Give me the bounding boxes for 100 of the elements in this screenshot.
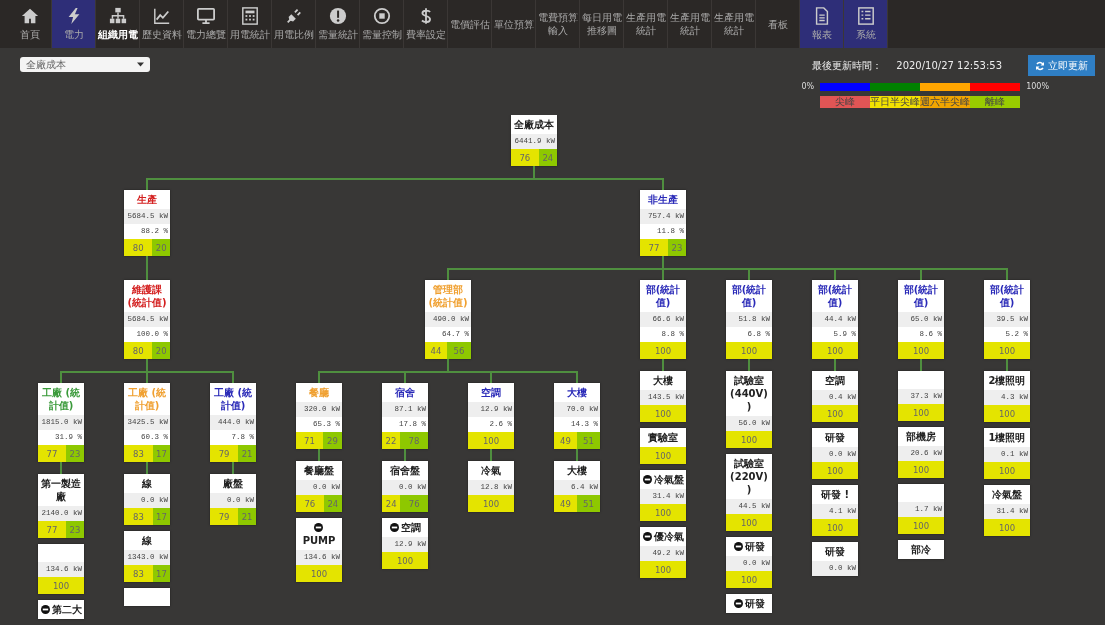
ratio-segment: 83 [124,445,153,462]
node-title: 大樓 [653,375,673,386]
minus-circle-icon[interactable] [642,532,652,541]
minus-circle-icon[interactable] [40,605,50,614]
minus-circle-icon[interactable] [733,599,743,608]
ratio-segment: 24 [382,495,401,512]
monitor-icon [196,7,215,25]
node-title: 餐廳 [309,387,329,398]
ratio-segment: 100 [468,495,514,512]
toolbar-button[interactable]: 需量統計 [316,0,360,48]
refresh-button[interactable]: 立即更新 [1028,55,1095,76]
toolbar-button[interactable]: 用電統計 [228,0,272,48]
toolbar-button[interactable]: 組織用電 [96,0,140,48]
toolbar-button[interactable]: 生產用電統計 [668,0,712,48]
ratio-segment: 100 [640,561,686,578]
node-title: 工廠 (統計值) [41,387,81,411]
ratio-segment: 100 [296,565,342,582]
node-title: 宿舍盤 [390,465,420,476]
ratio-segment: 100 [984,519,1030,536]
node-card[interactable]: 第二大 [38,600,84,619]
toolbar-button[interactable]: 歷史資料 [140,0,184,48]
node-title: 線 [142,535,152,546]
toolbar-button[interactable]: 系統 [844,0,888,48]
minus-circle-icon[interactable] [642,475,652,484]
caret-icon [137,62,144,67]
node-title: 研發 [744,598,765,609]
node-title: 管理部(統計值) [428,284,468,308]
node-title: 部(統計值) [989,284,1025,308]
node-card[interactable]: 實驗室 100 [640,428,686,464]
ratio-segment: 100 [640,405,686,422]
ratio-segment: 100 [812,462,858,479]
toolbar-button[interactable]: 生產用電統計 [624,0,668,48]
node-title: 冷氣盤 [653,474,684,485]
node-title: 研發 ! [820,489,849,500]
node-title: 研發 [825,432,845,443]
minus-circle-icon[interactable] [389,523,399,532]
node-card[interactable]: 部冷 [898,540,944,559]
ratio-segment: 76 [400,495,428,512]
toolbar-button[interactable]: 每日用電推移圖 [580,0,624,48]
ratio-segment: 100 [812,342,858,359]
ratio-segment: 49 [554,495,577,512]
ratio-segment: 83 [124,508,153,525]
node-title: 試驗室(440V)) [730,375,768,412]
legend-label: 尖峰 [820,96,871,108]
node-title: 工廠 (統計值) [127,387,167,411]
legend-label: 離峰 [970,96,1021,108]
toolbar-button[interactable]: 單位預算 [492,0,536,48]
ratio-segment: 100 [898,404,944,421]
ratio-segment: 100 [726,431,772,448]
ratio-segment: 100 [898,517,944,534]
toolbar-button[interactable]: 電價評估 [448,0,492,48]
toolbar-button[interactable]: 用電比例 [272,0,316,48]
refresh-icon [1035,60,1045,71]
node-title: 廠盤 [223,478,243,489]
node-title: 研發 [744,541,765,552]
ratio-segment: 100 [726,342,772,359]
node-title: 部(統計值) [731,284,767,308]
node-card[interactable] [124,588,170,606]
toolbar-button[interactable]: 費率設定 [404,0,448,48]
ratio-segment: 76 [511,149,539,166]
toolbar-button[interactable]: 電力 [52,0,96,48]
ratio-segment: 83 [124,565,153,582]
ratio-segment: 56 [446,342,471,359]
toolbar-button[interactable]: 電力總覽 [184,0,228,48]
filter-dropdown[interactable]: 全廠成本 [20,57,150,72]
plug-icon [284,7,303,25]
home-icon [20,7,39,25]
node-title: 研發 [825,546,845,557]
minus-circle-icon[interactable] [733,542,743,551]
legend-min-label: 0% [801,82,815,91]
toolbar-button[interactable]: 報表 [800,0,844,48]
ratio-segment: 100 [984,342,1030,359]
legend-label: 平日半尖峰 [870,96,921,108]
ratio-segment: 100 [38,577,84,594]
ratio-segment: 100 [812,519,858,536]
ratio-segment: 51 [576,495,600,512]
last-update-label: 最後更新時間： [812,58,883,73]
ratio-segment: 21 [238,508,256,525]
ratio-segment: 100 [984,405,1030,422]
node-title: 大樓 [567,465,587,476]
list-icon [856,7,875,25]
node-title: 宿舍 [395,387,415,398]
ratio-segment: 44 [425,342,447,359]
toolbar-button[interactable]: 電費預算輸入 [536,0,580,48]
minus-circle-icon[interactable] [313,523,323,532]
node-title: 試驗室(220V)) [730,458,768,495]
node-title: 部(統計值) [645,284,681,308]
ratio-segment: 100 [640,342,686,359]
toolbar-button[interactable]: 需量控制 [360,0,404,48]
hierarchy-icon [108,7,127,25]
node-title: 實驗室 [648,432,678,443]
node-title: 冷氣盤 [992,489,1022,500]
ratio-segment: 22 [382,432,400,449]
legend-label: 週六半尖峰 [920,96,971,108]
ratio-segment: 20 [152,239,170,256]
ratio-segment: 51 [576,432,600,449]
ratio-segment: 71 [296,432,323,449]
node-card[interactable]: 研發 [726,594,772,613]
node-title: 優冷氣 [653,531,684,542]
toolbar-button[interactable]: 生產用電統計 [712,0,756,48]
